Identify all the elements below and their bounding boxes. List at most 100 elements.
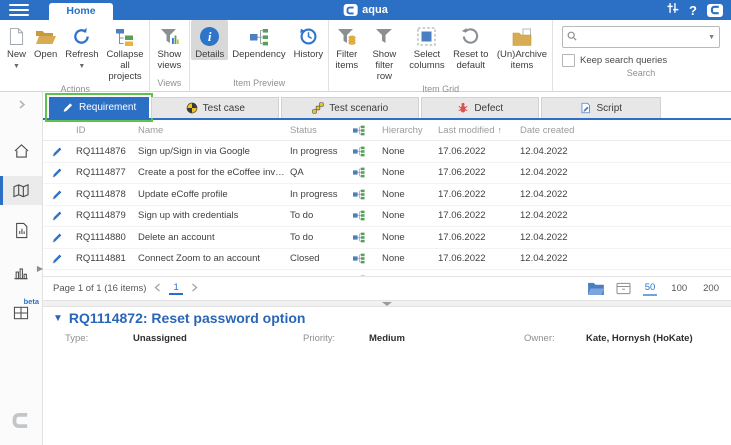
sidebar-item-reports[interactable] [0, 258, 42, 287]
page-size-200[interactable]: 200 [701, 282, 721, 295]
tab-script[interactable]: Script [541, 97, 661, 118]
row-id: RQ1114878 [71, 189, 133, 200]
row-last-modified: 17.06.2022 [433, 210, 515, 221]
show-views-label: Show views [155, 49, 185, 71]
open-button[interactable]: Open [30, 20, 61, 60]
previous-page-icon[interactable] [152, 283, 163, 295]
tab-requirement-label: Requirement [79, 102, 136, 113]
dependency-tree-icon [249, 24, 269, 49]
column-header-name[interactable]: Name [133, 125, 285, 136]
dependency-label: Dependency [232, 49, 285, 60]
tab-defect[interactable]: Defect [421, 97, 539, 118]
bar-chart-icon [13, 265, 29, 280]
sidebar-expand-icon[interactable] [17, 96, 26, 114]
aqua-watermark-icon [10, 411, 32, 435]
unarchive-items-button[interactable]: (Un)Archive items [493, 20, 551, 71]
row-hierarchy: None [377, 167, 433, 178]
search-box[interactable]: ▼ [562, 26, 720, 48]
new-button[interactable]: New ▼ [3, 20, 30, 71]
filter-items-icon [337, 24, 356, 49]
filter-row-funnel-icon [375, 24, 393, 49]
hamburger-menu-icon[interactable] [9, 2, 35, 18]
tune-settings-icon[interactable] [666, 1, 679, 19]
show-filter-row-label: Show filter row [367, 49, 401, 83]
row-status: To do [285, 232, 341, 243]
row-date-created: 12.04.2022 [515, 210, 731, 221]
table-row[interactable]: RQ1114880 Delete an account To do None 1… [43, 227, 731, 249]
field-value-priority: Medium [369, 333, 524, 344]
current-page-button[interactable]: 1 [169, 282, 182, 295]
table-row[interactable]: RQ1114876 Sign up/Sign in via Google In … [43, 141, 731, 163]
page-size-100[interactable]: 100 [669, 282, 689, 295]
next-page-icon[interactable] [189, 283, 200, 295]
column-header-hierarchy[interactable]: Hierarchy [377, 125, 433, 136]
tab-test-case[interactable]: Test case [151, 97, 279, 118]
archive-box-icon[interactable] [616, 282, 631, 295]
column-header-links-icon[interactable] [341, 125, 377, 136]
requirement-pen-icon [43, 232, 71, 243]
table-row[interactable]: RQ1114877 Create a post for the eCoffee … [43, 163, 731, 185]
sidebar-item-projects[interactable] [0, 176, 42, 205]
sidebar-item-documents[interactable] [0, 215, 42, 246]
hierarchy-links-icon [341, 189, 377, 200]
details-button[interactable]: i Details [191, 20, 228, 60]
collapse-all-projects-button[interactable]: Collapse all projects [103, 20, 148, 83]
filter-items-button[interactable]: Filter items [330, 20, 363, 71]
field-label-priority: Priority: [303, 333, 369, 344]
search-dropdown-caret-icon[interactable]: ▼ [708, 34, 715, 41]
map-icon [12, 183, 30, 198]
panel-splitter[interactable] [43, 300, 731, 307]
column-header-last-modified[interactable]: Last modified↑ [433, 125, 515, 136]
column-header-status[interactable]: Status [285, 125, 341, 136]
tab-test-scenario[interactable]: Test scenario [281, 97, 419, 118]
column-header-date-created[interactable]: Date created [515, 125, 731, 136]
dependency-button[interactable]: Dependency [228, 20, 289, 60]
requirements-table-body: RQ1114876 Sign up/Sign in via Google In … [43, 141, 731, 276]
select-columns-button[interactable]: Select columns [405, 20, 448, 71]
show-filter-row-button[interactable]: Show filter row [363, 20, 405, 83]
table-row[interactable]: RQ1114879 Sign up with credentials To do… [43, 206, 731, 228]
tab-defect-label: Defect [474, 103, 503, 114]
group-label-item-preview: Item Preview [191, 77, 327, 91]
row-name: Delete an account [133, 232, 285, 243]
row-status: Closed [285, 253, 341, 264]
new-document-icon [9, 24, 24, 49]
ribbon-group-item-grid: Filter items Show filter row Select colu… [329, 20, 553, 91]
open-in-folder-icon[interactable] [587, 282, 604, 295]
search-input[interactable] [580, 31, 705, 44]
reset-to-default-button[interactable]: Reset to default [449, 20, 493, 71]
tab-script-label: Script [596, 103, 622, 114]
column-header-id[interactable]: ID [71, 125, 133, 136]
refresh-button[interactable]: Refresh ▼ [61, 20, 102, 71]
details-title: RQ1114872: Reset password option [69, 310, 306, 326]
collapse-label: Collapse all projects [107, 49, 144, 83]
keep-search-queries-checkbox[interactable] [562, 54, 575, 67]
tree-panel-expander-icon[interactable]: ▶ [37, 264, 43, 273]
filter-items-label: Filter items [334, 49, 359, 71]
app-title: aqua [343, 0, 388, 20]
tab-requirement[interactable]: Requirement [49, 97, 149, 118]
tab-test-scenario-label: Test scenario [329, 103, 388, 114]
test-scenario-icon [312, 102, 324, 114]
field-label-type: Type: [65, 333, 133, 344]
page-size-50[interactable]: 50 [643, 281, 658, 296]
aqua-badge-icon[interactable] [707, 4, 723, 17]
table-row[interactable]: RQ1114881 Connect Zoom to an account Clo… [43, 249, 731, 271]
row-status: To do [285, 210, 341, 221]
collapse-details-icon[interactable]: ▼ [53, 313, 63, 324]
ribbon-group-actions: New ▼ Open Refresh ▼ [2, 20, 150, 91]
show-views-button[interactable]: Show views [151, 20, 189, 71]
hierarchy-links-icon [341, 146, 377, 157]
ribbon-tab-home[interactable]: Home [49, 3, 113, 20]
requirement-pen-icon [43, 210, 71, 221]
history-button[interactable]: History [290, 20, 328, 60]
beta-badge: beta [24, 297, 39, 306]
row-status: QA [285, 167, 341, 178]
table-row[interactable]: RQ1114878 Update eCoffe profile In progr… [43, 184, 731, 206]
row-status: In progress [285, 146, 341, 157]
app-name: aqua [362, 4, 388, 16]
sidebar-item-home[interactable] [0, 136, 42, 166]
help-icon[interactable]: ? [689, 4, 697, 17]
pagination-summary: Page 1 of 1 (16 items) [53, 283, 146, 294]
sidebar-item-boards-beta[interactable]: beta [0, 299, 42, 327]
